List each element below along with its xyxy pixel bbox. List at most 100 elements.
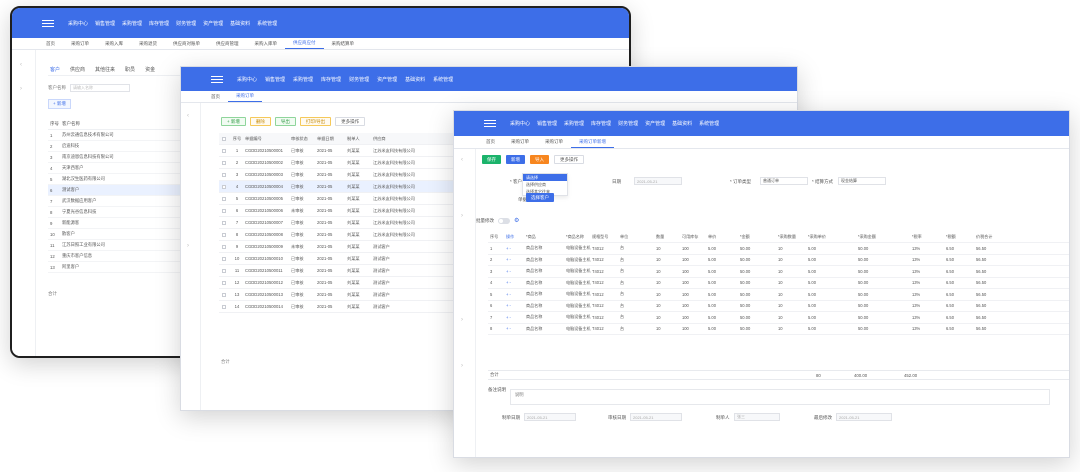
list-item[interactable]: 8 宁夏光谷信息科技	[48, 207, 198, 218]
table-row[interactable]: 4 CGDD20210500004 已审核 2021-05 刘某某 江苏米友科技有限公司	[219, 181, 459, 193]
row-checkbox[interactable]	[219, 268, 229, 273]
table-row[interactable]: 2 + - 商品名称 电脑设备主机 T4012 台 10 100 5.00 50.00 10 5.00…	[488, 255, 1069, 266]
nav-item[interactable]: 采购中心	[68, 20, 88, 27]
nav-item[interactable]: 库存管理	[149, 20, 169, 27]
row-actions[interactable]: + -	[506, 246, 526, 251]
nav-item[interactable]: 采购管理	[564, 120, 584, 127]
row-checkbox[interactable]	[219, 220, 229, 225]
dropdown-option[interactable]: 请选择	[523, 174, 567, 181]
list-item[interactable]: 9 新能源客	[48, 218, 198, 229]
nav-item[interactable]: 库存管理	[591, 120, 611, 127]
row-checkbox[interactable]	[219, 232, 229, 237]
row-checkbox[interactable]	[219, 256, 229, 261]
subtab-funds[interactable]: 资金	[145, 66, 155, 73]
subtab-customer[interactable]: 客户	[50, 66, 60, 73]
sidebar-icon[interactable]: ‹	[20, 62, 22, 68]
list-item[interactable]: 4 天津西客户	[48, 163, 198, 174]
row-checkbox[interactable]	[219, 292, 229, 297]
nav-item[interactable]: 财务管理	[349, 76, 369, 83]
tab[interactable]: 采购入库单	[247, 38, 286, 49]
menu-icon[interactable]	[484, 120, 496, 127]
nav-item[interactable]: 采购中心	[510, 120, 530, 127]
table-row[interactable]: 3 + - 商品名称 电脑设备主机 T4012 台 10 100 5.00 50.00 10 5.00…	[488, 266, 1069, 278]
nav-item[interactable]: 资产管理	[645, 120, 665, 127]
tab[interactable]: 首页	[203, 91, 228, 102]
row-actions[interactable]: + -	[506, 326, 526, 331]
row-actions[interactable]: + -	[506, 280, 526, 285]
export-button[interactable]: 导出	[274, 117, 296, 126]
list-item[interactable]: 11 江苏日照工业有限公司	[48, 240, 198, 251]
add-button[interactable]: + 新增	[221, 117, 246, 126]
table-row[interactable]: 7 CGDD20210500007 已审核 2021-05 刘某某 江苏米友科技有限公司	[219, 217, 459, 229]
list-item[interactable]: 13 阿里客户	[48, 262, 198, 273]
table-row[interactable]: 11 CGDD20210500011 已审核 2021-05 刘某某 测试客户	[219, 265, 459, 277]
table-row[interactable]: 6 + - 商品名称 电脑设备主机 T4012 台 10 100 5.00 50.00 10 5.00…	[488, 301, 1069, 312]
sidebar-icon[interactable]: ›	[187, 243, 189, 249]
save-button[interactable]: 保存	[482, 155, 501, 164]
list-item[interactable]: 5 湖北汉生医药有限公司	[48, 174, 198, 185]
table-row[interactable]: 2 CGDD20210500002 已审核 2021-05 刘某某 江苏米友科技有限公司	[219, 157, 459, 169]
order-type-select[interactable]: 普通订单	[760, 177, 808, 185]
tab[interactable]: 首页	[38, 38, 63, 49]
table-row[interactable]: 1 + - 商品名称 电脑设备主机 T4012 台 10 100 5.00 50.00 10 5.00…	[488, 243, 1069, 255]
remark-input[interactable]: 说明	[510, 389, 1050, 405]
nav-item[interactable]: 系统管理	[699, 120, 719, 127]
row-checkbox[interactable]	[219, 208, 229, 213]
add-button[interactable]: + 新增	[48, 99, 71, 109]
nav-item[interactable]: 财务管理	[176, 20, 196, 27]
import-button[interactable]: 导入	[530, 155, 549, 164]
more-button[interactable]: 更多操作	[554, 155, 584, 164]
table-row[interactable]: 8 CGDD20210500008 已审核 2021-05 刘某某 江苏米友科技有限公司	[219, 229, 459, 241]
table-row[interactable]: 12 CGDD20210500012 已审核 2021-05 刘某某 测试客户	[219, 277, 459, 289]
row-checkbox[interactable]	[219, 160, 229, 165]
list-item[interactable]: 7 武汉数据应用客户	[48, 196, 198, 207]
tab-active[interactable]: 采购订单	[228, 91, 262, 102]
tab[interactable]: 采购结算单	[324, 38, 363, 49]
table-row[interactable]: 14 CGDD20210500014 已审核 2021-05 刘某某 测试客户	[219, 301, 459, 313]
nav-item[interactable]: 库存管理	[321, 76, 341, 83]
nav-item[interactable]: 系统管理	[257, 20, 277, 27]
subtab-staff[interactable]: 职员	[125, 66, 135, 73]
tab[interactable]: 采购订单	[537, 136, 571, 148]
nav-item[interactable]: 系统管理	[433, 76, 453, 83]
gear-icon[interactable]: ⚙	[514, 217, 519, 224]
nav-item[interactable]: 采购中心	[237, 76, 257, 83]
menu-icon[interactable]	[42, 19, 54, 27]
row-actions[interactable]: + -	[506, 303, 526, 308]
row-checkbox[interactable]	[219, 148, 229, 153]
table-row[interactable]: 1 CGDD20210500001 已审核 2021-05 刘某某 江苏米友科技有限公司	[219, 145, 459, 157]
nav-item[interactable]: 资产管理	[203, 20, 223, 27]
settle-select[interactable]: 现金结算	[838, 177, 886, 185]
print-button[interactable]: 打印/导出	[299, 117, 332, 126]
tab[interactable]: 首页	[478, 136, 503, 148]
row-checkbox[interactable]	[219, 196, 229, 201]
more-button[interactable]: 更多操作	[335, 117, 366, 126]
sidebar-icon[interactable]: ›	[461, 317, 463, 323]
list-item[interactable]: 3 南京迪恩信息科技有限公司	[48, 152, 198, 163]
row-checkbox[interactable]	[219, 172, 229, 177]
row-actions[interactable]: + -	[506, 257, 526, 262]
sidebar-icon[interactable]: ‹	[187, 113, 189, 119]
row-actions[interactable]: + -	[506, 315, 526, 320]
nav-item[interactable]: 销售管理	[265, 76, 285, 83]
list-item[interactable]: 10 散客户	[48, 229, 198, 240]
list-item[interactable]: 6 测试客户	[48, 185, 198, 196]
nav-item[interactable]: 采购管理	[293, 76, 313, 83]
tab[interactable]: 采购退货	[131, 38, 165, 49]
sidebar-icon[interactable]: ›	[20, 86, 22, 92]
nav-item[interactable]: 基础资料	[672, 120, 692, 127]
sidebar-icon[interactable]: ›	[461, 213, 463, 219]
row-actions[interactable]: + -	[506, 269, 526, 274]
select-all-checkbox[interactable]	[219, 136, 229, 141]
table-row[interactable]: 5 CGDD20210500005 已审核 2021-05 刘某某 江苏米友科技有限公司	[219, 193, 459, 205]
nav-item[interactable]: 资产管理	[377, 76, 397, 83]
handler-input[interactable]: 张三	[734, 413, 780, 421]
tab[interactable]: 采购入库	[97, 38, 131, 49]
subtab-supplier[interactable]: 供应商	[70, 66, 85, 73]
delete-button[interactable]: 删除	[249, 117, 271, 126]
table-row[interactable]: 10 CGDD20210500010 已审核 2021-05 刘某某 测试客户	[219, 253, 459, 265]
tab-active[interactable]: 供应商应付	[285, 38, 324, 49]
nav-item[interactable]: 销售管理	[537, 120, 557, 127]
modified-input[interactable]: 2021-05-21	[836, 413, 892, 421]
tab[interactable]: 供应商对账单	[165, 38, 208, 49]
